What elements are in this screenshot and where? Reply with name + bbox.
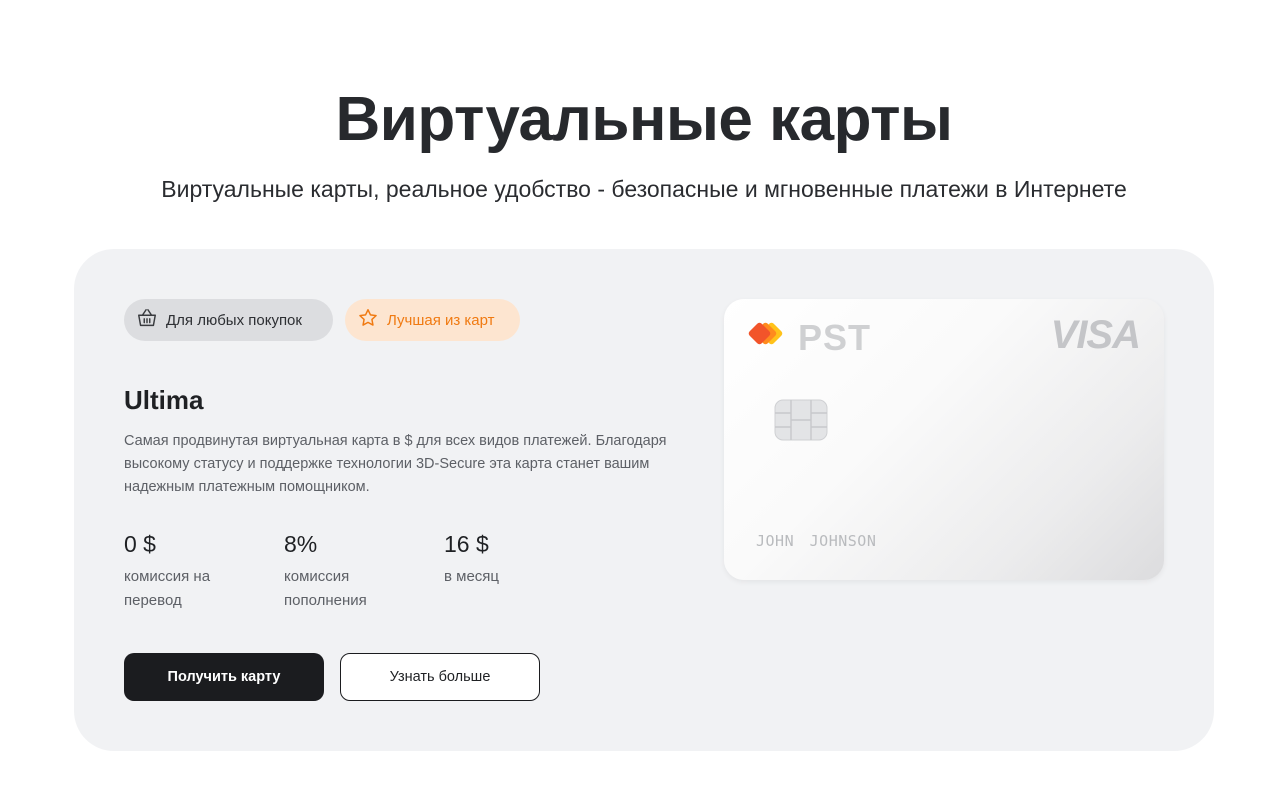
tag-list: Для любых покупок Лучшая из карт [124,299,520,341]
stat-value: 8% [284,531,318,557]
brand-logo-icon [746,320,792,357]
stat-topup-fee: 8% комиссия пополнения [284,531,444,613]
chip-icon [774,399,828,446]
tag-label: Лучшая из карт [387,311,495,329]
card-name: Ultima [124,385,204,415]
star-icon [357,307,379,333]
virtual-card-image: PST VISA JOHN JOHNSON [724,299,1164,580]
card-offer-panel: Для любых покупок Лучшая из карт Ultima … [74,249,1214,751]
page-subtitle: Виртуальные карты, реальное удобство - б… [161,176,1127,202]
card-brand-logo: PST [746,317,871,359]
tag-any-purchases: Для любых покупок [124,299,333,341]
basket-icon [136,307,158,333]
card-holder-name: JOHN JOHNSON [756,532,877,550]
stat-label: комиссия на перевод [124,568,211,609]
stat-monthly-fee: 16 $ в месяц [444,531,604,613]
get-card-button[interactable]: Получить карту [124,653,324,701]
tag-best-card: Лучшая из карт [345,299,520,341]
learn-more-button[interactable]: Узнать больше [340,653,540,701]
tag-label: Для любых покупок [166,311,302,329]
stat-label: комиссия пополнения [284,568,367,609]
visa-logo: VISA [1050,313,1141,357]
card-stats: 0 $ комиссия на перевод 8% комиссия попо… [124,531,604,613]
stat-label: в месяц [444,568,500,585]
stat-value: 16 $ [444,531,489,557]
card-brand-text: PST [798,317,872,358]
page-title: Виртуальные карты [335,85,953,154]
page: Виртуальные карты Виртуальные карты, реа… [0,0,1278,802]
stat-transfer-fee: 0 $ комиссия на перевод [124,531,284,613]
card-description: Самая продвинутая виртуальная карта в $ … [124,433,667,495]
stat-value: 0 $ [124,531,156,557]
